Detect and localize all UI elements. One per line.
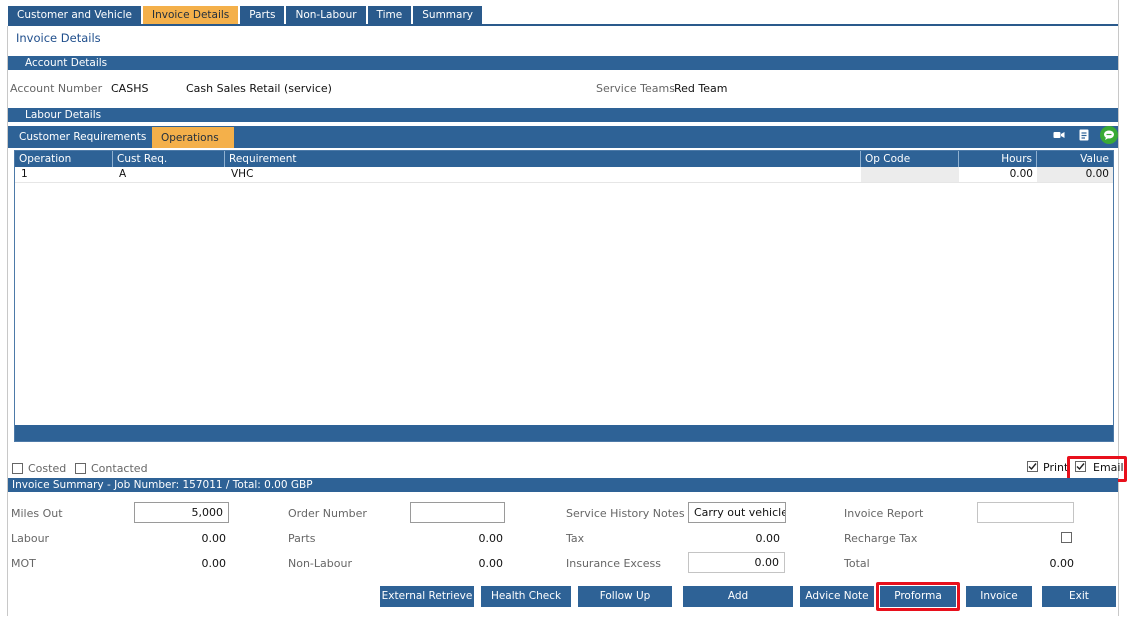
miles-out-label: Miles Out [11,507,63,520]
account-details-header: Account Details [8,56,1118,70]
advice-note-button[interactable]: Advice Note [800,586,874,607]
tab-summary[interactable]: Summary [413,6,482,24]
invoice-button[interactable]: Invoice [966,586,1032,607]
grid-header: Operation Cust Req. Requirement Op Code … [15,151,1113,167]
email-checkbox[interactable] [1075,461,1086,472]
contacted-label: Contacted [91,462,148,475]
service-history-notes-label: Service History Notes [566,507,685,520]
cell-value: 0.00 [1037,167,1113,182]
mot-label: MOT [11,557,36,570]
proforma-button[interactable]: Proforma [880,586,956,607]
video-icon[interactable] [1050,126,1068,144]
col-op-code[interactable]: Op Code [861,151,959,167]
chat-icon[interactable] [1100,126,1118,144]
tax-label: Tax [566,532,585,545]
labour-subtabs: Customer Requirements Operations [8,126,1118,148]
labour-details-header: Labour Details [8,108,1118,122]
cell-op-code [861,167,959,182]
tab-non-labour[interactable]: Non-Labour [286,6,366,24]
email-label: Email [1093,461,1124,474]
col-cust-req[interactable]: Cust Req. [113,151,225,167]
tax-value: 0.00 [755,532,781,545]
operations-grid: Operation Cust Req. Requirement Op Code … [14,150,1114,442]
follow-up-button[interactable]: Follow Up [578,586,672,607]
miles-out-field[interactable]: 5,000 [134,502,229,523]
tab-invoice-details[interactable]: Invoice Details [142,6,239,24]
service-teams-value: Red Team [674,82,728,95]
col-requirement[interactable]: Requirement [225,151,861,167]
tab-underline [8,24,1118,26]
notes-icon[interactable] [1075,126,1093,144]
invoice-report-label: Invoice Report [844,507,924,520]
account-name-value: Cash Sales Retail (service) [186,82,332,95]
cell-hours: 0.00 [1009,168,1033,180]
labour-value: 0.00 [201,532,227,545]
external-retrieve-button[interactable]: External Retrieve [380,586,474,607]
cell-operation: 1 [21,168,28,180]
service-teams-label: Service Teams [596,82,675,95]
parts-label: Parts [288,532,316,545]
print-checkbox[interactable] [1027,461,1038,472]
total-label: Total [844,557,870,570]
costed-label: Costed [28,462,67,475]
cell-cust-req: A [119,168,127,180]
cell-requirement: VHC [231,168,254,180]
order-number-field[interactable] [410,502,505,523]
recharge-tax-checkbox[interactable] [1061,532,1072,543]
subtab-customer-requirements[interactable]: Customer Requirements [10,126,155,148]
service-history-notes-field[interactable]: Carry out vehicle h [688,502,786,523]
health-check-button[interactable]: Health Check [481,586,571,607]
invoice-summary-header: Invoice Summary - Job Number: 157011 / T… [8,478,1118,492]
total-value: 0.00 [1049,557,1075,570]
main-tabbar: Customer and Vehicle Invoice Details Par… [8,6,482,24]
col-hours[interactable]: Hours [959,151,1037,167]
insurance-excess-field[interactable]: 0.00 [688,552,785,573]
labour-label: Labour [11,532,50,545]
account-number-value: CASHS [111,82,149,95]
costed-checkbox[interactable] [12,463,23,474]
right-border [1118,0,1119,616]
col-value[interactable]: Value [1037,151,1113,167]
mot-value: 0.00 [201,557,227,570]
account-number-label: Account Number [10,82,103,95]
exit-button[interactable]: Exit [1042,586,1116,607]
print-label: Print [1043,461,1069,474]
col-operation[interactable]: Operation [15,151,113,167]
page-title: Invoice Details [16,31,101,45]
invoice-report-field[interactable] [977,502,1074,523]
recharge-tax-label: Recharge Tax [844,532,918,545]
parts-value: 0.00 [478,532,504,545]
non-labour-label: Non-Labour [288,557,352,570]
tab-time[interactable]: Time [367,6,412,24]
order-number-label: Order Number [288,507,367,520]
non-labour-value: 0.00 [478,557,504,570]
table-row[interactable]: 1 A VHC 0.00 0.00 [15,167,1113,183]
contacted-checkbox[interactable] [75,463,86,474]
insurance-excess-label: Insurance Excess [566,557,662,570]
tab-customer-and-vehicle[interactable]: Customer and Vehicle [8,6,141,24]
tab-parts[interactable]: Parts [240,6,285,24]
subtab-operations[interactable]: Operations [152,127,234,148]
add-button[interactable]: Add [683,586,793,607]
grid-footer [15,425,1113,441]
